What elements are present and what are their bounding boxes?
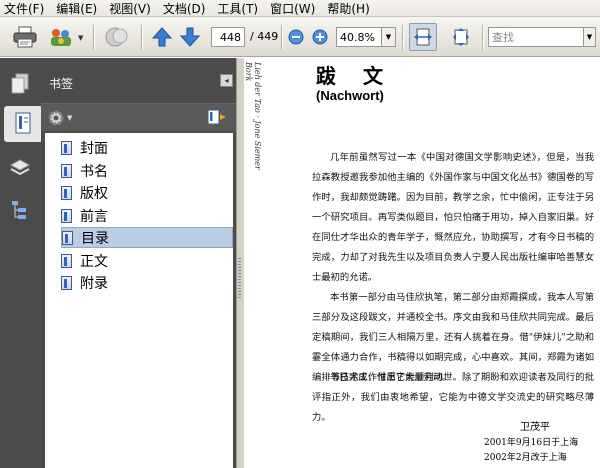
author-signature: 卫茂平 [520, 422, 550, 433]
toolbar: ▼ 448 / 449 40.8% ▼ 查找 ▼ [0, 17, 600, 57]
document-heading: 跋 文 [316, 64, 393, 88]
collapse-arrow-icon: ◂ [224, 76, 229, 85]
menu-edit[interactable]: 编辑(E) [56, 0, 97, 17]
toolbar-divider [281, 25, 282, 50]
bookmark-icon [61, 185, 72, 200]
search-dropdown-button[interactable]: ▼ [584, 27, 596, 47]
menu-window[interactable]: 窗口(W) [270, 0, 315, 17]
menu-bar: 文件(F) 编辑(E) 视图(V) 文档(D) 工具(T) 窗口(W) 帮助(H… [0, 0, 600, 17]
share-dropdown-icon[interactable]: ▼ [78, 34, 83, 42]
expand-bookmark-icon [207, 109, 226, 125]
bookmark-item[interactable]: 前言 [61, 205, 233, 226]
bookmark-icon [61, 140, 72, 155]
signature-date: 2001年9月16日于上海 [484, 438, 579, 448]
menu-document[interactable]: 文档(D) [163, 0, 206, 17]
bookmark-label: 目录 [81, 230, 109, 247]
chevron-down-icon: ▼ [67, 114, 73, 122]
bookmark-label: 封面 [80, 140, 108, 157]
bookmark-icon [61, 253, 72, 268]
fit-page-button[interactable] [447, 23, 475, 51]
toolbar-divider [482, 25, 483, 50]
zoom-in-icon [312, 29, 328, 45]
collapse-panel-button[interactable]: ◂ [220, 74, 233, 87]
panel-title: 书签 [49, 77, 74, 91]
margin-note: Lieh der Tao · Jone Siemer Bork [244, 62, 262, 170]
menu-tools[interactable]: 工具(T) [217, 0, 258, 17]
toolbar-divider [93, 25, 94, 50]
previous-page-button[interactable] [151, 26, 173, 48]
layers-tab[interactable] [4, 150, 36, 186]
bookmarks-tab[interactable] [4, 106, 41, 142]
next-page-icon [180, 27, 200, 47]
bookmark-item[interactable]: 附录 [61, 272, 233, 293]
bookmark-label: 附录 [80, 275, 108, 292]
bookmark-icon [62, 230, 73, 245]
next-page-button[interactable] [179, 26, 201, 48]
bookmark-label: 前言 [80, 208, 108, 225]
panel-toolbar: ▼ [41, 103, 236, 131]
pages-icon [11, 73, 29, 94]
bookmark-label: 正文 [80, 253, 108, 270]
toolbar-divider [141, 25, 142, 50]
options-button[interactable]: ▼ [47, 108, 77, 128]
bookmark-item[interactable]: 正文 [61, 250, 233, 271]
previous-page-icon [152, 27, 172, 47]
bookmark-label: 版权 [80, 185, 108, 202]
menu-view[interactable]: 视图(V) [109, 0, 151, 17]
hand-tool-button[interactable] [102, 25, 132, 49]
fit-width-icon [414, 28, 432, 46]
print-icon [13, 26, 37, 48]
zoom-out-icon [288, 29, 304, 45]
model-tree-tab[interactable] [4, 192, 36, 228]
bookmark-item[interactable]: 封面 [61, 137, 233, 158]
share-button[interactable] [48, 25, 74, 49]
document-subheading: (Nachwort) [316, 88, 384, 103]
bookmark-icon [61, 163, 72, 178]
fit-page-icon [453, 28, 469, 46]
zoom-out-button[interactable] [287, 28, 305, 46]
hand-tool-icon [105, 27, 128, 47]
signature-date: 2002年2月改于上海 [484, 453, 567, 463]
bookmark-item-selected[interactable]: 目录 [61, 227, 233, 248]
paragraph: 几年前虽然写过一本《中国对德国文学影响史述》，但是，当我拉森教授邀我参加他主编的… [312, 152, 594, 283]
chevron-down-icon: ▼ [586, 33, 593, 41]
zoom-level-input[interactable]: 40.8% [336, 27, 382, 47]
document-page[interactable]: Lieh der Tao · Jone Siemer Bork 跋 文 (Nac… [244, 58, 600, 468]
zoom-in-button[interactable] [311, 28, 329, 46]
fit-width-button[interactable] [409, 23, 437, 51]
model-tree-icon [12, 201, 26, 219]
search-input[interactable]: 查找 [488, 27, 584, 47]
menu-file[interactable]: 文件(F) [4, 0, 44, 17]
bookmark-icon [61, 275, 72, 290]
layers-icon [9, 159, 31, 176]
gear-icon [48, 110, 64, 126]
paragraph: 书已完成，惟愿它能顺利问世。除了期盼和欢迎读者及同行的批评指正外，我们由衷地希望… [312, 372, 594, 423]
bookmarks-icon [15, 112, 30, 134]
bookmark-item[interactable]: 书名 [61, 160, 233, 181]
toolbar-divider [402, 25, 403, 50]
splitter-grip[interactable] [238, 258, 241, 298]
bookmark-icon [61, 208, 72, 223]
expand-bookmark-button[interactable] [206, 108, 228, 128]
menu-help[interactable]: 帮助(H) [327, 0, 369, 17]
navigation-pane-strip [0, 58, 41, 468]
zoom-dropdown-button[interactable]: ▼ [382, 27, 396, 47]
print-button[interactable] [12, 25, 38, 49]
bookmark-label: 书名 [80, 163, 108, 180]
pages-tab[interactable] [4, 66, 36, 102]
chevron-down-icon: ▼ [385, 33, 392, 41]
bookmarks-panel: 书签 ◂ ▼ 封面 书名 版权 前言 目录 正文 附录 [41, 58, 236, 468]
bookmark-list: 封面 书名 版权 前言 目录 正文 附录 [45, 133, 233, 468]
page-total: / 449 [250, 30, 279, 43]
bookmark-item[interactable]: 版权 [61, 182, 233, 203]
share-icon [51, 29, 71, 46]
page-number-input[interactable]: 448 [211, 27, 245, 47]
